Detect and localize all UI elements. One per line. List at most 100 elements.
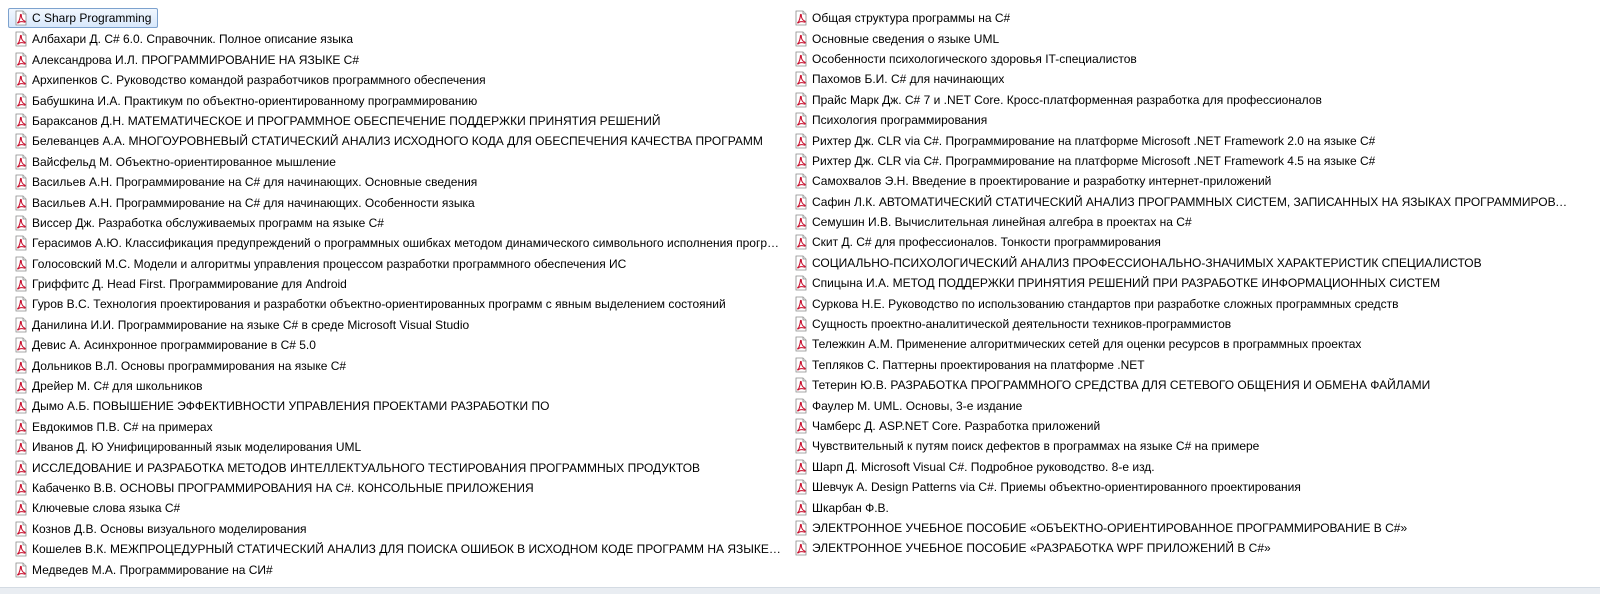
file-item-label: Албахари Д. C# 6.0. Справочник. Полное о… xyxy=(32,32,354,47)
file-item[interactable]: Герасимов А.Ю. Классификация предупрежде… xyxy=(8,233,784,253)
file-item[interactable]: СОЦИАЛЬНО-ПСИХОЛОГИЧЕСКИЙ АНАЛИЗ ПРОФЕСС… xyxy=(788,253,1588,273)
file-item[interactable]: Тележкин А.М. Применение алгоритмических… xyxy=(788,334,1588,354)
pdf-file-icon xyxy=(793,92,809,108)
file-item[interactable]: Сущность проектно-аналитической деятельн… xyxy=(788,314,1588,334)
file-item[interactable]: Шарп Д. Microsoft Visual C#. Подробное р… xyxy=(788,457,1588,477)
file-item[interactable]: Александрова И.Л. ПРОГРАММИРОВАНИЕ НА ЯЗ… xyxy=(8,50,784,70)
file-item[interactable]: Основные сведения о языке UML xyxy=(788,28,1588,48)
pdf-file-icon xyxy=(13,174,29,190)
file-item[interactable]: Виссер Дж. Разработка обслуживаемых прог… xyxy=(8,213,784,233)
file-item-label: Общая структура программы на С# xyxy=(812,11,1011,26)
file-item[interactable]: Рихтер Дж. CLR via C#. Программирование … xyxy=(788,151,1588,171)
file-item-label: Психология программирования xyxy=(812,113,988,128)
file-item[interactable]: Семушин И.В. Вычислительная линейная алг… xyxy=(788,212,1588,232)
file-item[interactable]: Дольников В.Л. Основы программирования н… xyxy=(8,355,784,375)
file-item[interactable]: Девис А. Асинхронное программирование в … xyxy=(8,335,784,355)
file-item-label: Гуров В.С. Технология проектирования и р… xyxy=(32,297,726,312)
file-item[interactable]: Тепляков С. Паттерны проектирования на п… xyxy=(788,355,1588,375)
file-item-label: Девис А. Асинхронное программирование в … xyxy=(32,338,316,353)
file-item-label: Кознов Д.В. Основы визуального моделиров… xyxy=(32,521,307,536)
file-item[interactable]: Архипенков С. Руководство командой разра… xyxy=(8,70,784,90)
pdf-file-icon xyxy=(13,317,29,333)
pdf-file-icon xyxy=(13,256,29,272)
file-item[interactable]: Суркова Н.Е. Руководство по использовани… xyxy=(788,293,1588,313)
file-item-label: Дымо А.Б. ПОВЫШЕНИЕ ЭФФЕКТИВНОСТИ УПРАВЛ… xyxy=(32,399,550,414)
file-item[interactable]: Скит Д. C# для профессионалов. Тонкости … xyxy=(788,232,1588,252)
pdf-file-icon xyxy=(13,521,29,537)
file-item[interactable]: Прайс Марк Дж. C# 7 и .NET Core. Кросс-п… xyxy=(788,90,1588,110)
pdf-file-icon xyxy=(793,459,809,475)
file-item-label: Рихтер Дж. CLR via C#. Программирование … xyxy=(812,153,1376,168)
file-item[interactable]: Кознов Д.В. Основы визуального моделиров… xyxy=(8,519,784,539)
file-item[interactable]: Иванов Д. Ю Унифицированный язык моделир… xyxy=(8,437,784,457)
file-item[interactable]: Бабушкина И.А. Практикум по объектно-ори… xyxy=(8,90,784,110)
file-item[interactable]: Кабаченко В.В. ОСНОВЫ ПРОГРАММИРОВАНИЯ Н… xyxy=(8,478,784,498)
pdf-file-icon xyxy=(793,398,809,414)
file-item[interactable]: Общая структура программы на С# xyxy=(788,8,1588,28)
file-item[interactable]: Дрейер М. C# для школьников xyxy=(8,376,784,396)
file-item-label: Дольников В.Л. Основы программирования н… xyxy=(32,358,347,373)
file-item-label: Чамберс Д. ASP.NET Core. Разработка прил… xyxy=(812,419,1101,433)
file-item[interactable]: ЭЛЕКТРОННОЕ УЧЕБНОЕ ПОСОБИЕ «ОБЪЕКТНО-ОР… xyxy=(788,518,1588,538)
file-item[interactable]: Фаулер М. UML. Основы, 3-е издание xyxy=(788,395,1588,415)
pdf-file-icon xyxy=(793,71,809,87)
pdf-file-icon xyxy=(793,51,809,67)
file-item-label: Основные сведения о языке UML xyxy=(812,31,1000,46)
file-item[interactable]: Васильев А.Н. Программирование на C# для… xyxy=(8,192,784,212)
file-item[interactable]: Тетерин Ю.В. РАЗРАБОТКА ПРОГРАММНОГО СРЕ… xyxy=(788,375,1588,395)
file-item[interactable]: Гуров В.С. Технология проектирования и р… xyxy=(8,294,784,314)
file-item[interactable]: Чувствительный к путям поиск дефектов в … xyxy=(788,436,1588,456)
pdf-file-icon xyxy=(793,173,809,189)
file-item-label: Вайсфельд М. Объектно-ориентированное мы… xyxy=(32,154,336,169)
file-item[interactable]: Гриффитс Д. Head First. Программирование… xyxy=(8,274,784,294)
pdf-file-icon xyxy=(793,520,809,536)
pdf-file-icon xyxy=(13,52,29,68)
file-item-label: Особенности психологического здоровья IT… xyxy=(812,51,1137,66)
pdf-file-icon xyxy=(13,500,29,516)
file-list-column-left: C Sharp Programming Албахари Д. C# 6.0. С… xyxy=(8,8,784,580)
file-item[interactable]: Чамберс Д. ASP.NET Core. Разработка прил… xyxy=(788,416,1588,436)
file-item[interactable]: ЭЛЕКТРОННОЕ УЧЕБНОЕ ПОСОБИЕ «РАЗРАБОТКА … xyxy=(788,538,1588,558)
file-item[interactable]: Шевчук А. Design Patterns via C#. Приемы… xyxy=(788,477,1588,497)
file-item[interactable]: Евдокимов П.В. C# на примерах xyxy=(8,417,784,437)
file-item[interactable]: Белеванцев А.А. МНОГОУРОВНЕВЫЙ СТАТИЧЕСК… xyxy=(8,131,784,151)
pdf-file-icon xyxy=(793,234,809,250)
file-item[interactable]: Особенности психологического здоровья IT… xyxy=(788,49,1588,69)
file-item[interactable]: Спицына И.А. МЕТОД ПОДДЕРЖКИ ПРИНЯТИЯ РЕ… xyxy=(788,273,1588,293)
file-item[interactable]: Психология программирования xyxy=(788,110,1588,130)
file-item[interactable]: Бараксанов Д.Н. МАТЕМАТИЧЕСКОЕ И ПРОГРАМ… xyxy=(8,111,784,131)
file-item-label: Шевчук А. Design Patterns via C#. Приемы… xyxy=(812,480,1301,495)
file-item-label: Спицына И.А. МЕТОД ПОДДЕРЖКИ ПРИНЯТИЯ РЕ… xyxy=(812,276,1441,291)
file-item[interactable]: ИССЛЕДОВАНИЕ И РАЗРАБОТКА МЕТОДОВ ИНТЕЛЛ… xyxy=(8,457,784,477)
pdf-file-icon xyxy=(793,31,809,47)
file-item-label: Дрейер М. C# для школьников xyxy=(32,379,203,394)
file-item-label: Шкарбан Ф.В. xyxy=(812,500,889,515)
file-item-label: Белеванцев А.А. МНОГОУРОВНЕВЫЙ СТАТИЧЕСК… xyxy=(32,134,763,149)
file-item-label: Рихтер Дж. CLR via C#. Программирование … xyxy=(812,133,1376,148)
file-item-label: Сафин Л.К. АВТОМАТИЧЕСКИЙ СТАТИЧЕСКИЙ АН… xyxy=(812,194,1572,209)
pdf-file-icon xyxy=(13,10,29,26)
file-item[interactable]: Голосовский М.С. Модели и алгоритмы упра… xyxy=(8,253,784,273)
file-item[interactable]: Рихтер Дж. CLR via C#. Программирование … xyxy=(788,130,1588,150)
file-item[interactable]: Пахомов Б.И. C# для начинающих xyxy=(788,69,1588,89)
pdf-file-icon xyxy=(793,357,809,373)
file-item[interactable]: Сафин Л.К. АВТОМАТИЧЕСКИЙ СТАТИЧЕСКИЙ АН… xyxy=(788,192,1588,212)
file-item[interactable]: Медведев М.А. Программирование на СИ# xyxy=(8,559,784,579)
file-item[interactable]: Дымо А.Б. ПОВЫШЕНИЕ ЭФФЕКТИВНОСТИ УПРАВЛ… xyxy=(8,396,784,416)
pdf-file-icon xyxy=(13,296,29,312)
file-list-pane[interactable]: C Sharp Programming Албахари Д. C# 6.0. С… xyxy=(0,0,1600,594)
file-item[interactable]: Данилина И.И. Программирование на языке … xyxy=(8,315,784,335)
file-item[interactable]: C Sharp Programming xyxy=(8,8,159,29)
file-item-label: Сущность проектно-аналитической деятельн… xyxy=(812,317,1232,332)
file-item[interactable]: Васильев А.Н. Программирование на C# для… xyxy=(8,172,784,192)
file-item[interactable]: Вайсфельд М. Объектно-ориентированное мы… xyxy=(8,152,784,172)
file-item[interactable]: Ключевые слова языка С# xyxy=(8,498,784,518)
file-item[interactable]: Албахари Д. C# 6.0. Справочник. Полное о… xyxy=(8,29,784,49)
file-item[interactable]: Кошелев В.К. МЕЖПРОЦЕДУРНЫЙ СТАТИЧЕСКИЙ … xyxy=(8,539,784,559)
pdf-file-icon xyxy=(13,195,29,211)
file-item-label: ИССЛЕДОВАНИЕ И РАЗРАБОТКА МЕТОДОВ ИНТЕЛЛ… xyxy=(32,460,701,475)
file-item[interactable]: Шкарбан Ф.В. xyxy=(788,497,1588,517)
pdf-file-icon xyxy=(13,337,29,353)
file-item-label: Фаулер М. UML. Основы, 3-е издание xyxy=(812,398,1023,413)
file-item[interactable]: Самохвалов Э.Н. Введение в проектировани… xyxy=(788,171,1588,191)
